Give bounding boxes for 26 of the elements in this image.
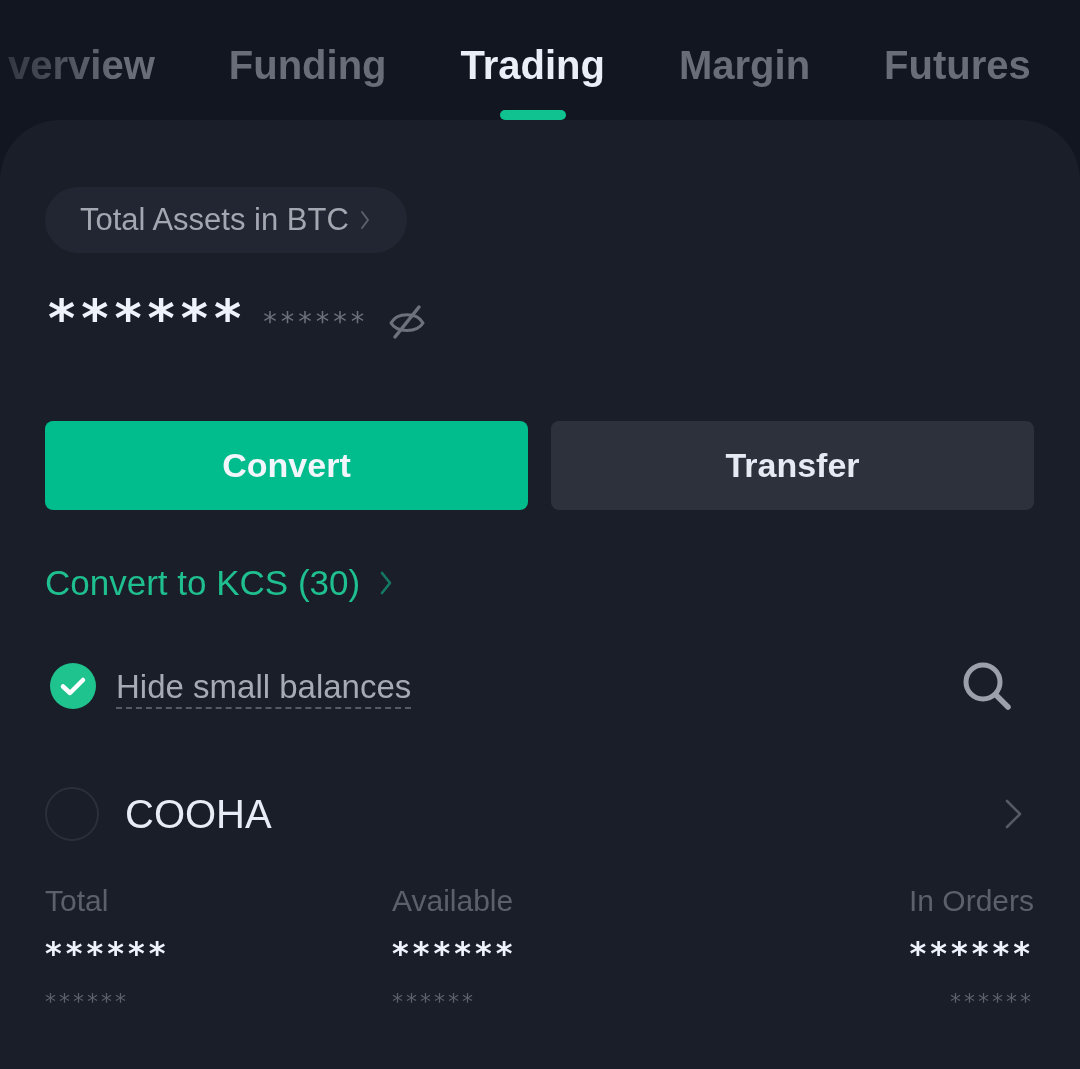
chevron-right-icon xyxy=(359,210,370,230)
balance-value: ****** xyxy=(392,935,517,971)
fiat-value: ****** xyxy=(950,988,1034,1016)
tab[interactable]: Margin xyxy=(678,41,811,120)
coin-name: COOHA xyxy=(125,791,272,837)
tab[interactable]: Futures xyxy=(884,41,1031,120)
chevron-right-icon xyxy=(380,571,393,595)
fiat-balance: ****** xyxy=(263,305,369,339)
total-balance: ****** xyxy=(47,287,248,350)
tab[interactable]: Trading xyxy=(460,41,605,120)
convert-link[interactable]: Convert to KCS (30) xyxy=(45,561,393,605)
eye-slash-icon[interactable] xyxy=(388,304,427,340)
search-icon[interactable] xyxy=(962,661,1012,711)
total-assets-selector[interactable]: Total Assets in BTC xyxy=(45,187,407,253)
column-label: In Orders xyxy=(908,883,1034,919)
balance-value: ****** xyxy=(909,935,1034,971)
chevron-right-icon[interactable] xyxy=(1005,799,1022,829)
tab[interactable]: Funding xyxy=(228,41,387,120)
action-button[interactable]: Transfer xyxy=(551,421,1034,510)
column-label: Total xyxy=(45,883,109,919)
checkbox-icon[interactable] xyxy=(50,663,96,709)
balance-value: ****** xyxy=(45,935,170,971)
fiat-value: ****** xyxy=(45,988,129,1016)
column-label: Available xyxy=(392,883,514,919)
fiat-value: ****** xyxy=(392,988,476,1016)
filter-label[interactable]: Hide small balances xyxy=(116,663,412,709)
